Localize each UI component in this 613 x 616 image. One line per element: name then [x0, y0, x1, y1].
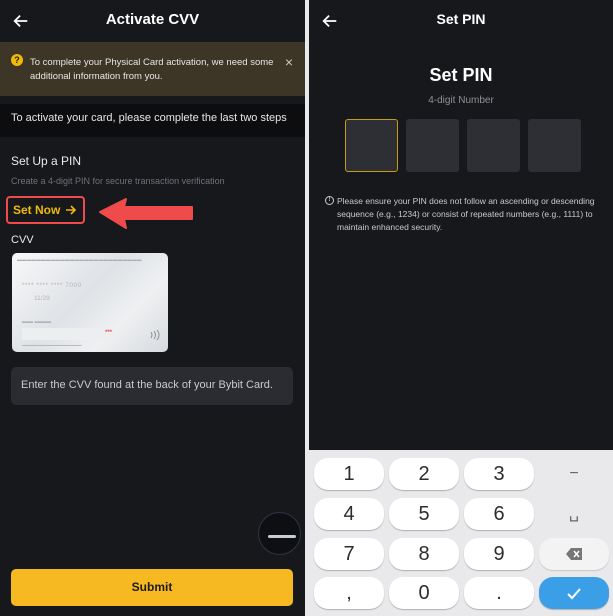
pin-digit-3[interactable] — [467, 119, 520, 172]
activation-notice: ? To complete your Physical Card activat… — [0, 42, 305, 96]
card-cvv-mark: *** — [104, 330, 112, 336]
pin-section-description: Create a 4-digit PIN for secure transact… — [11, 176, 225, 186]
card-expiry: 11/29 — [34, 295, 50, 302]
numeric-keypad: 1 2 3 − 4 5 6 ␣ 7 8 9 , 0 . — [309, 450, 613, 616]
key-7[interactable]: 7 — [314, 538, 384, 570]
set-pin-screen: Set PIN Set PIN 4-digit Number ! Please … — [309, 0, 613, 616]
key-1[interactable]: 1 — [314, 458, 384, 490]
submit-button[interactable]: Submit — [11, 569, 293, 606]
card-image: ▬▬▬▬▬▬▬▬▬▬▬▬▬▬▬▬▬▬▬▬▬▬▬▬▬▬ **** **** ***… — [12, 253, 168, 352]
pin-digit-4[interactable] — [528, 119, 581, 172]
done-key[interactable] — [539, 577, 609, 609]
card-holder: ▬▬ ▬▬▬ — [22, 319, 52, 325]
pin-security-warning: ! Please ensure your PIN does not follow… — [325, 195, 600, 234]
key-5[interactable]: 5 — [389, 498, 459, 530]
pin-section-heading: Set Up a PIN — [11, 154, 82, 168]
key-9[interactable]: 9 — [464, 538, 534, 570]
cvv-input[interactable]: Enter the CVV found at the back of your … — [11, 367, 293, 405]
pin-digit-2[interactable] — [406, 119, 459, 172]
info-icon: ! — [325, 196, 334, 205]
key-space[interactable]: ␣ — [539, 498, 609, 530]
header-title: Set PIN — [436, 11, 486, 27]
warning-text: Please ensure your PIN does not follow a… — [337, 196, 595, 232]
notice-text: To complete your Physical Card activatio… — [30, 57, 274, 82]
red-pointer-arrow — [99, 198, 193, 229]
card-cvv-box: *** — [22, 328, 114, 340]
key-4[interactable]: 4 — [314, 498, 384, 530]
key-dash[interactable]: − — [539, 458, 609, 490]
arrow-right-icon — [66, 205, 77, 215]
backspace-icon — [566, 547, 582, 560]
info-icon: ? — [11, 54, 23, 66]
key-3[interactable]: 3 — [464, 458, 534, 490]
key-6[interactable]: 6 — [464, 498, 534, 530]
key-0[interactable]: 0 — [389, 577, 459, 609]
close-icon[interactable]: × — [285, 55, 293, 69]
minimize-icon — [268, 535, 296, 538]
card-stripe: ▬▬▬▬▬▬▬▬▬▬▬▬▬▬▬▬▬▬▬▬▬▬▬▬▬▬ — [17, 257, 142, 262]
pin-digit-1[interactable] — [345, 119, 398, 172]
key-dot[interactable]: . — [464, 577, 534, 609]
key-comma[interactable]: , — [314, 577, 384, 609]
set-now-button[interactable]: Set Now — [6, 196, 85, 224]
header: Activate CVV — [0, 0, 305, 42]
steps-instruction: To activate your card, please complete t… — [0, 104, 305, 137]
set-now-label: Set Now — [13, 203, 61, 217]
key-8[interactable]: 8 — [389, 538, 459, 570]
card-number: **** **** **** 7000 — [22, 282, 82, 289]
check-icon — [567, 588, 581, 600]
activate-cvv-screen: Activate CVV ? To complete your Physical… — [0, 0, 305, 616]
nfc-icon — [150, 329, 160, 341]
cvv-label: CVV — [11, 234, 34, 246]
key-2[interactable]: 2 — [389, 458, 459, 490]
floating-button[interactable] — [258, 512, 301, 555]
backspace-key[interactable] — [539, 538, 609, 570]
pin-entry[interactable] — [345, 119, 581, 172]
header: Set PIN — [309, 0, 613, 42]
set-pin-subtitle: 4-digit Number — [428, 95, 494, 106]
card-fine-print: ▬▬▬▬▬▬▬▬▬▬▬▬▬▬▬▬▬ — [22, 343, 82, 347]
set-pin-title: Set PIN — [429, 65, 493, 85]
page-title: Activate CVV — [105, 11, 200, 28]
